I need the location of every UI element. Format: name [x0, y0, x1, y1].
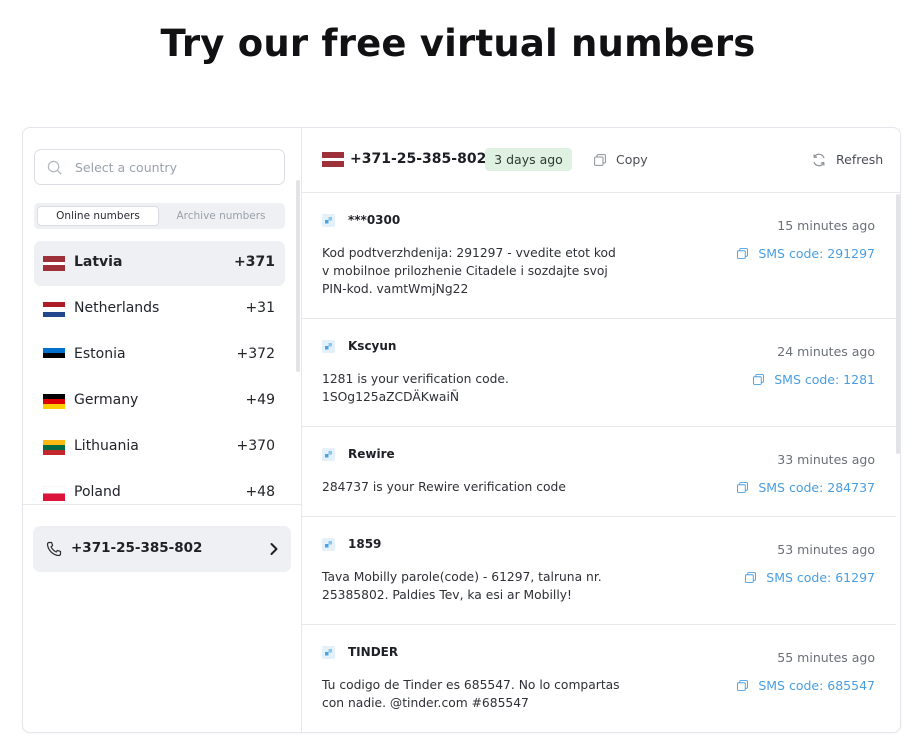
- sms-icon: [322, 448, 335, 461]
- message-item: Rewire 33 minutes ago 284737 is your Rew…: [302, 427, 896, 517]
- message-time: 53 minutes ago: [777, 542, 875, 557]
- message-time: 24 minutes ago: [777, 344, 875, 359]
- number-age-badge: 3 days ago: [485, 148, 572, 171]
- sms-code-copy-button[interactable]: SMS code: 685547: [737, 678, 875, 693]
- germany-flag-icon: [43, 394, 65, 409]
- sms-code-label: SMS code: 284737: [758, 480, 875, 495]
- country-name: Poland: [74, 484, 121, 500]
- latvia-flag-icon: [322, 152, 344, 167]
- country-list: Latvia +371 Netherlands +31 Estonia +372: [23, 241, 302, 503]
- lithuania-flag-icon: [43, 440, 65, 455]
- phone-icon: [46, 541, 62, 557]
- sms-code-label: SMS code: 291297: [758, 246, 875, 261]
- netherlands-flag-icon: [43, 302, 65, 317]
- tab-online-numbers[interactable]: Online numbers: [37, 206, 159, 226]
- sms-icon: [322, 646, 335, 659]
- country-name: Estonia: [74, 346, 126, 362]
- message-body: Tava Mobilly parole(code) - 61297, talru…: [322, 570, 602, 602]
- message-sender: ***0300: [348, 213, 401, 227]
- number-header: +371-25-385-802 3 days ago Copy Refresh: [302, 128, 900, 193]
- message-item: TINDER 55 minutes ago Tu codigo de Tinde…: [302, 625, 896, 732]
- country-item-germany[interactable]: Germany +49: [34, 379, 285, 424]
- search-icon: [47, 160, 62, 175]
- copy-icon: [737, 248, 749, 259]
- country-code: +371: [234, 254, 275, 270]
- sms-code-copy-button[interactable]: SMS code: 61297: [745, 570, 875, 585]
- sms-code-label: SMS code: 1281: [774, 372, 875, 387]
- message-time: 15 minutes ago: [777, 218, 875, 233]
- message-time: 33 minutes ago: [777, 452, 875, 467]
- refresh-label: Refresh: [836, 152, 884, 167]
- divider: [23, 504, 302, 505]
- selected-number-label: +371-25-385-802: [71, 540, 203, 556]
- country-list-scrollbar[interactable]: [296, 180, 300, 372]
- message-body: 284737 is your Rewire verification code: [322, 480, 566, 494]
- country-item-netherlands[interactable]: Netherlands +31: [34, 287, 285, 332]
- selected-number-button[interactable]: +371-25-385-802: [33, 526, 291, 572]
- copy-icon: [753, 374, 765, 385]
- sms-icon: [322, 340, 335, 353]
- sms-code-copy-button[interactable]: SMS code: 284737: [737, 480, 875, 495]
- message-time: 55 minutes ago: [777, 650, 875, 665]
- country-search-input[interactable]: [75, 150, 275, 184]
- country-code: +49: [245, 392, 275, 408]
- country-item-lithuania[interactable]: Lithuania +370: [34, 425, 285, 470]
- chevron-right-icon: [270, 543, 278, 555]
- country-name: Germany: [74, 392, 139, 408]
- message-sender: Rewire: [348, 447, 395, 461]
- country-code: +48: [245, 484, 275, 500]
- copy-icon: [594, 154, 606, 166]
- message-item: 1859 53 minutes ago Tava Mobilly parole(…: [302, 517, 896, 625]
- country-code: +370: [236, 438, 275, 454]
- virtual-numbers-widget: Online numbers Archive numbers Latvia +3…: [22, 127, 901, 733]
- copy-icon: [737, 482, 749, 493]
- message-item: Kscyun 24 minutes ago 1281 is your verif…: [302, 319, 896, 427]
- header-number: +371-25-385-802: [350, 151, 487, 167]
- country-code: +31: [245, 300, 275, 316]
- message-sender: Kscyun: [348, 339, 397, 353]
- country-search[interactable]: [34, 149, 285, 185]
- tab-archive-numbers[interactable]: Archive numbers: [160, 206, 282, 226]
- poland-flag-icon: [43, 486, 65, 501]
- message-item: ***0300 15 minutes ago Kod podtverzhdeni…: [302, 193, 896, 319]
- country-code: +372: [236, 346, 275, 362]
- copy-label: Copy: [616, 152, 648, 167]
- refresh-icon: [813, 153, 825, 167]
- sms-code-copy-button[interactable]: SMS code: 1281: [753, 372, 875, 387]
- country-sidebar: Online numbers Archive numbers Latvia +3…: [23, 128, 302, 732]
- country-name: Lithuania: [74, 438, 139, 454]
- message-body: Tu codigo de Tinder es 685547. No lo com…: [322, 678, 620, 710]
- message-sender: TINDER: [348, 645, 399, 659]
- message-body: 1281 is your verification code. 1SOg125a…: [322, 372, 509, 404]
- sms-code-label: SMS code: 61297: [766, 570, 875, 585]
- country-name: Latvia: [74, 254, 123, 270]
- messages-scrollbar[interactable]: [896, 194, 900, 454]
- copy-icon: [737, 680, 749, 691]
- country-item-latvia[interactable]: Latvia +371: [34, 241, 285, 286]
- latvia-flag-icon: [43, 256, 65, 271]
- estonia-flag-icon: [43, 348, 65, 363]
- sms-code-copy-button[interactable]: SMS code: 291297: [737, 246, 875, 261]
- messages-panel: +371-25-385-802 3 days ago Copy Refresh: [302, 128, 900, 732]
- number-tabs: Online numbers Archive numbers: [34, 203, 285, 229]
- country-name: Netherlands: [74, 300, 160, 316]
- page-title: Try our free virtual numbers: [160, 22, 756, 65]
- copy-icon: [745, 572, 757, 583]
- sms-code-label: SMS code: 685547: [758, 678, 875, 693]
- message-body: Kod podtverzhdenija: 291297 - vvedite et…: [322, 246, 616, 296]
- messages-list: ***0300 15 minutes ago Kod podtverzhdeni…: [302, 193, 896, 732]
- country-item-poland[interactable]: Poland +48: [34, 471, 285, 503]
- sms-icon: [322, 538, 335, 551]
- sms-icon: [322, 214, 335, 227]
- country-item-estonia[interactable]: Estonia +372: [34, 333, 285, 378]
- message-sender: 1859: [348, 537, 382, 551]
